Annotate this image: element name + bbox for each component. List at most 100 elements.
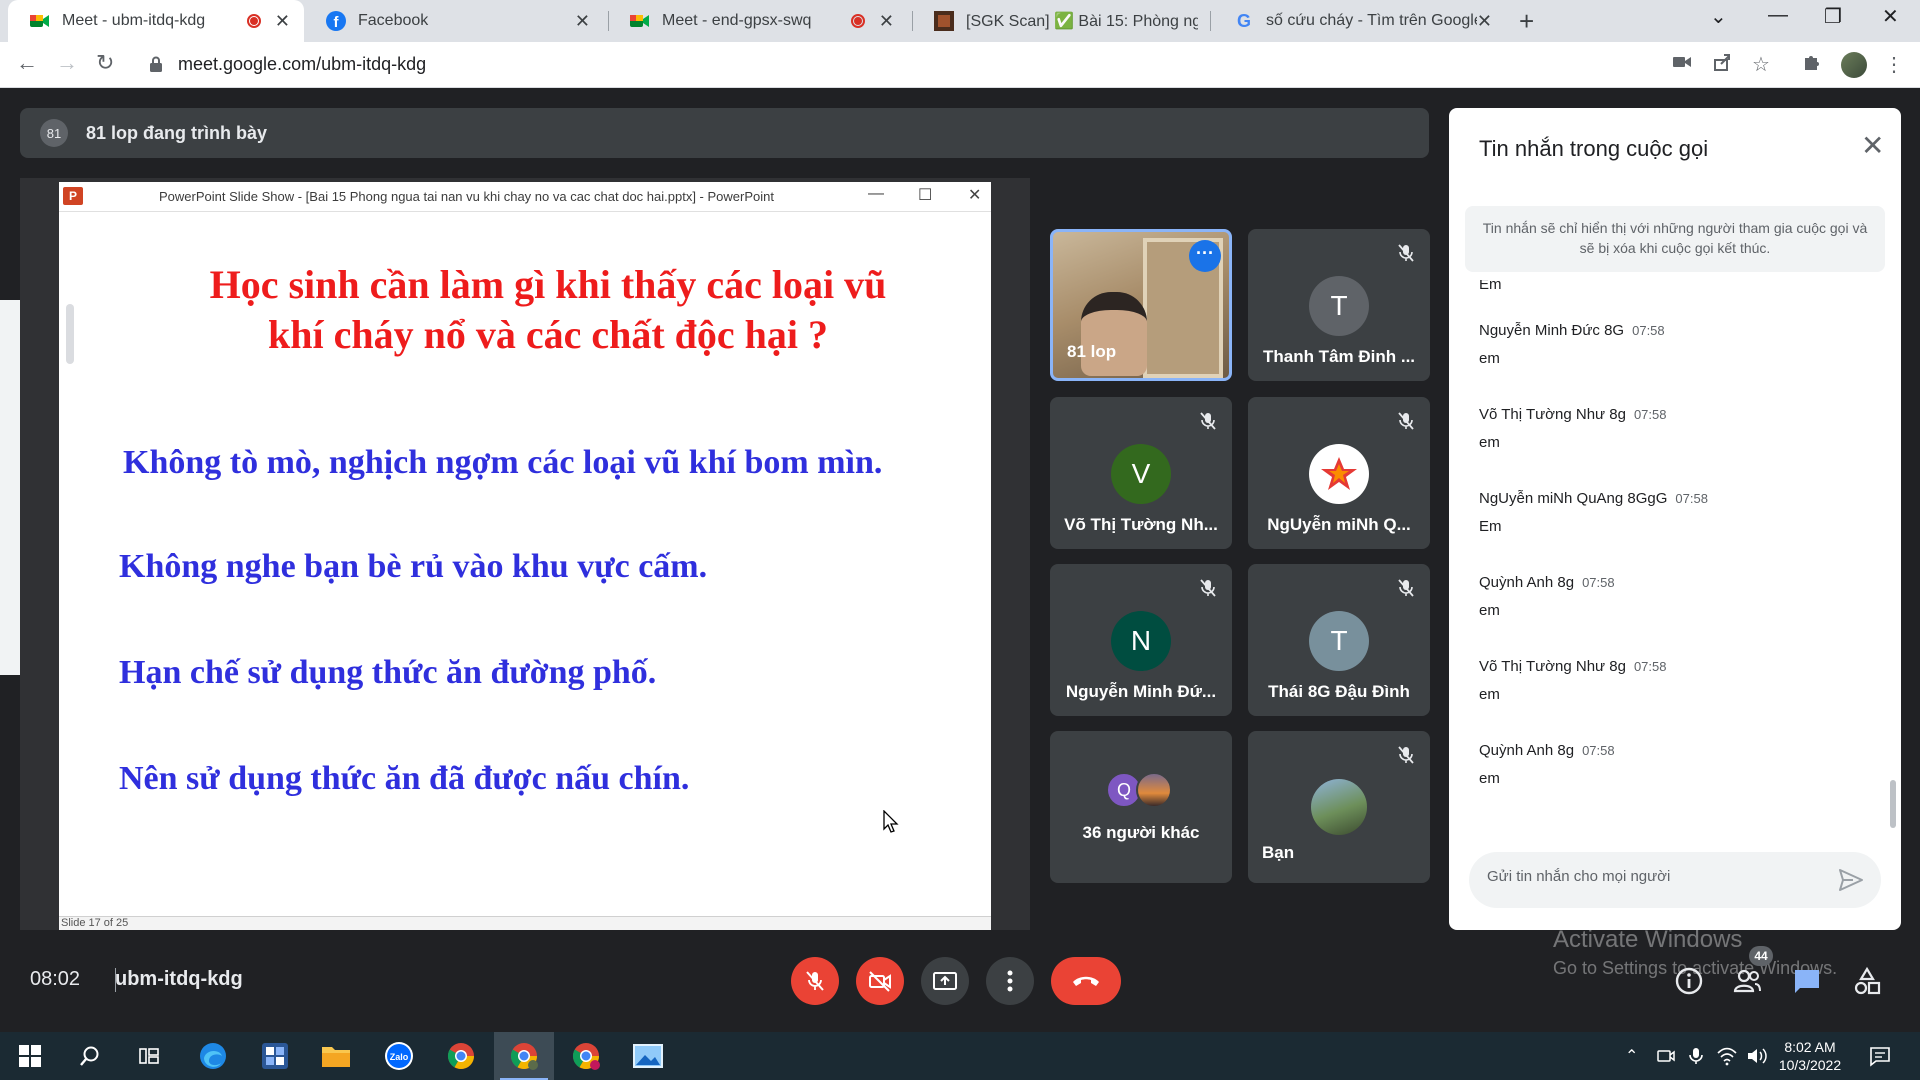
task-view-icon[interactable] (133, 1040, 165, 1072)
message-sender: Nguyễn Minh Đức 8G (1479, 322, 1625, 339)
send-icon[interactable] (1837, 866, 1865, 894)
browser-menu-icon[interactable]: ⋮ (1884, 52, 1904, 77)
more-options-button[interactable] (986, 957, 1034, 1005)
chrome-profile-2-icon[interactable] (570, 1040, 602, 1072)
address-bar[interactable]: meet.google.com/ubm-itdq-kdg (178, 54, 426, 75)
close-tab-icon[interactable]: ✕ (275, 11, 290, 32)
participant-tile[interactable]: T Thái 8G Đậu Đình (1248, 564, 1430, 716)
chat-message-list[interactable]: Em Nguyễn Minh Đức 8G 07:58 em Võ Thị Tườ… (1449, 280, 1901, 920)
participant-avatar: T (1309, 611, 1369, 671)
slide-bullet: Nên sử dụng thức ăn đã được nấu chín. (119, 760, 690, 797)
more-vertical-icon (1007, 970, 1013, 992)
slide-title-line-1: Học sinh cần làm gì khi thấy các loại vũ (209, 262, 887, 307)
taskbar-clock[interactable]: 8:02 AM 10/3/2022 (1778, 1038, 1842, 1074)
svg-text:G: G (1237, 11, 1251, 31)
microphone-tray-icon[interactable] (1686, 1046, 1706, 1066)
close-icon[interactable]: ✕ (968, 185, 981, 205)
volume-icon[interactable] (1746, 1046, 1768, 1066)
share-icon[interactable] (1712, 52, 1732, 72)
chat-scrollbar[interactable] (1890, 780, 1896, 828)
show-hidden-icons-chevron-icon[interactable]: ⌃ (1625, 1046, 1638, 1066)
mic-off-icon (806, 971, 824, 991)
microphone-toggle-button[interactable] (791, 957, 839, 1005)
wifi-icon[interactable] (1716, 1046, 1738, 1066)
tab-search-chevron-icon[interactable]: ⌄ (1710, 4, 1727, 29)
minimize-window-icon[interactable]: — (1768, 4, 1788, 27)
powerpoint-icon: P (63, 187, 83, 205)
chat-message-partial: Em (1479, 280, 1502, 293)
sgk-icon (934, 11, 954, 31)
lock-icon[interactable] (150, 56, 162, 72)
minimize-icon[interactable]: — (868, 185, 884, 203)
google-meet-icon (630, 11, 650, 31)
extensions-puzzle-icon[interactable] (1802, 52, 1822, 72)
search-icon[interactable] (74, 1040, 106, 1072)
slide-bullet: Không tò mò, nghịch ngợm các loại vũ khí… (123, 444, 883, 481)
presenter-avatar: 81 (40, 119, 68, 147)
hang-up-icon (1073, 976, 1099, 986)
camera-in-use-icon[interactable] (1672, 52, 1692, 72)
browser-tab-meet-ubm[interactable]: Meet - ubm-itdq-kdg ✕ (8, 0, 304, 42)
close-tab-icon[interactable]: ✕ (879, 11, 894, 32)
chrome-profile-icon[interactable] (494, 1032, 554, 1080)
close-icon[interactable]: ✕ (1861, 132, 1884, 160)
call-clock: 08:02 (30, 968, 81, 990)
leave-call-button[interactable] (1051, 957, 1121, 1005)
chat-message: Võ Thị Tường Như 8g 07:58 em (1479, 658, 1667, 703)
present-screen-button[interactable] (921, 957, 969, 1005)
activities-icon[interactable] (1852, 966, 1882, 996)
message-time: 07:58 (1633, 407, 1667, 422)
back-arrow-icon[interactable]: ← (16, 50, 38, 76)
restore-window-icon[interactable]: ❐ (1824, 4, 1842, 29)
browser-tab-facebook[interactable]: f Facebook ✕ (304, 0, 604, 42)
powerpoint-title-bar: P PowerPoint Slide Show - [Bai 15 Phong … (59, 182, 991, 212)
participant-tile-others[interactable]: Q 36 người khác (1050, 731, 1232, 883)
close-window-icon[interactable]: ✕ (1882, 4, 1899, 29)
chat-message-input[interactable] (1487, 868, 1827, 885)
reload-icon[interactable]: ↻ (96, 50, 114, 76)
close-tab-icon[interactable]: ✕ (1477, 11, 1492, 32)
powerpoint-window[interactable]: P PowerPoint Slide Show - [Bai 15 Phong … (59, 182, 991, 930)
participant-tile-self[interactable]: Bạn (1248, 731, 1430, 883)
present-screen-icon (933, 972, 957, 990)
presentation-scrollbar[interactable] (66, 304, 74, 364)
zalo-icon[interactable]: Zalo (383, 1040, 415, 1072)
browser-tab-meet-end[interactable]: Meet - end-gpsx-swq ✕ (608, 0, 908, 42)
new-tab-button[interactable]: + (1519, 6, 1534, 37)
camera-toggle-button[interactable] (856, 957, 904, 1005)
maximize-icon[interactable]: ☐ (918, 185, 932, 205)
participant-avatar: V (1111, 444, 1171, 504)
chrome-icon[interactable] (445, 1040, 477, 1072)
more-options-icon[interactable]: ··· (1189, 240, 1221, 272)
recording-indicator-icon (850, 14, 865, 28)
participant-name: Thái 8G Đậu Đình (1268, 682, 1410, 701)
notifications-icon[interactable] (1868, 1044, 1892, 1068)
browser-tab-google-search[interactable]: G số cứu cháy - Tìm trên Google ✕ (1212, 0, 1506, 42)
participant-tile[interactable]: NgUyễn miNh Q... (1248, 397, 1430, 549)
bookmark-star-icon[interactable]: ☆ (1752, 52, 1770, 77)
star-logo-avatar (1309, 444, 1369, 504)
participant-tile[interactable]: N Nguyễn Minh Đứ... (1050, 564, 1232, 716)
participant-name: 81 lop (1067, 342, 1117, 361)
photos-icon[interactable] (632, 1040, 664, 1072)
people-icon[interactable] (1732, 966, 1762, 996)
participant-avatar: T (1309, 276, 1369, 336)
participant-tile-81-lop[interactable]: ··· 81 lop (1050, 229, 1232, 381)
google-icon: G (1234, 11, 1254, 31)
browser-tab-sgk-scan[interactable]: [SGK Scan] ✅ Bài 15: Phòng ngừ (912, 0, 1212, 42)
close-tab-icon[interactable]: ✕ (575, 11, 590, 32)
profile-avatar[interactable] (1841, 52, 1867, 78)
chat-input-box[interactable] (1469, 852, 1881, 908)
camera-tray-icon[interactable] (1656, 1046, 1676, 1066)
participant-tile[interactable]: T Thanh Tâm Đinh ... (1248, 229, 1430, 381)
message-time: 07:58 (1582, 743, 1615, 758)
ms-office-icon[interactable] (259, 1040, 291, 1072)
file-explorer-icon[interactable] (320, 1040, 352, 1072)
chat-icon[interactable] (1792, 966, 1822, 996)
start-icon[interactable] (14, 1040, 46, 1072)
meeting-details-icon[interactable] (1674, 966, 1704, 996)
participant-tile[interactable]: V Võ Thị Tường Nh... (1050, 397, 1232, 549)
forward-arrow-icon[interactable]: → (56, 50, 78, 76)
edge-icon[interactable] (197, 1040, 229, 1072)
tab-title: Meet - end-gpsx-swq (662, 12, 812, 29)
